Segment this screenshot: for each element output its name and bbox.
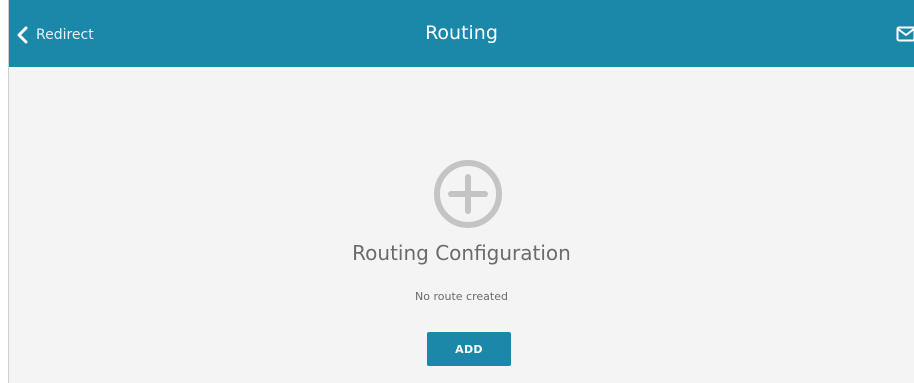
section-title: Routing Configuration: [352, 241, 571, 265]
mail-icon[interactable]: [896, 26, 914, 42]
plus-circle-icon: [433, 159, 503, 229]
page-title: Routing: [425, 22, 498, 44]
main-content: Routing Configuration No route created A…: [9, 67, 914, 383]
add-route-button[interactable]: ADD: [427, 332, 511, 366]
empty-status-text: No route created: [415, 290, 508, 303]
app-frame: Redirect Routing Routing Configuration N…: [8, 0, 914, 383]
header-bar: Redirect Routing: [9, 0, 914, 67]
